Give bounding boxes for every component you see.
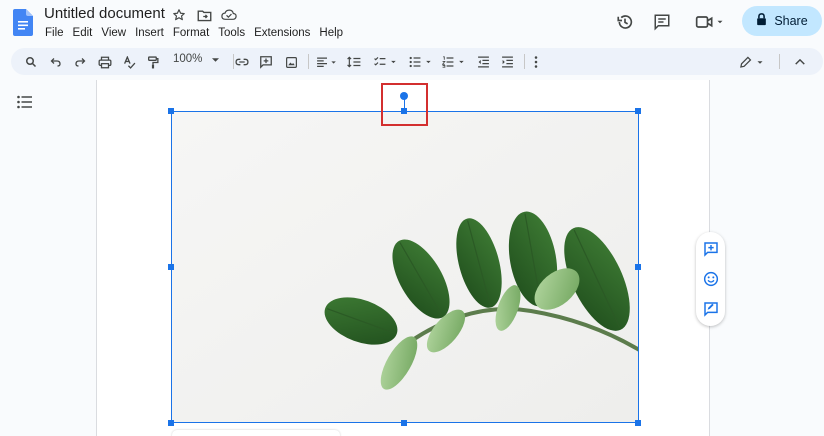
lock-icon	[756, 13, 767, 29]
toolbar-divider	[779, 54, 780, 69]
collapse-menus-icon[interactable]	[792, 52, 808, 72]
resize-handle-bottom[interactable]	[401, 420, 407, 426]
editing-mode-icon[interactable]	[736, 52, 770, 72]
share-label: Share	[774, 14, 808, 28]
menu-view[interactable]: View	[97, 26, 131, 40]
history-icon[interactable]	[613, 8, 637, 36]
line-spacing-icon[interactable]	[346, 52, 362, 72]
cloud-saved-icon[interactable]	[220, 6, 238, 24]
zoom-select[interactable]: 100%	[173, 53, 220, 65]
side-action-toolbar	[696, 232, 725, 326]
plant-photo	[171, 111, 638, 423]
emoji-reaction-icon[interactable]	[702, 270, 719, 287]
resize-handle-right[interactable]	[635, 264, 641, 270]
image-options-bar[interactable]	[172, 430, 340, 436]
inserted-image[interactable]	[171, 111, 638, 423]
search-icon[interactable]	[23, 52, 39, 72]
suggest-edits-icon[interactable]	[702, 300, 719, 317]
move-folder-icon[interactable]	[195, 6, 213, 24]
resize-handle-bottom-left[interactable]	[168, 420, 174, 426]
menu-insert[interactable]: Insert	[131, 26, 169, 40]
docs-logo-icon[interactable]	[13, 9, 33, 36]
toolbar-divider	[524, 54, 525, 69]
align-icon[interactable]	[314, 52, 340, 72]
resize-handle-top-left[interactable]	[168, 108, 174, 114]
resize-handle-left[interactable]	[168, 264, 174, 270]
resize-handle-top[interactable]	[401, 108, 407, 114]
toolbar-divider	[308, 54, 309, 69]
checklist-icon[interactable]	[372, 52, 400, 72]
docs-window: Untitled document File Edit View Insert …	[0, 0, 824, 436]
decrease-indent-icon[interactable]	[475, 52, 491, 72]
menu-format[interactable]: Format	[168, 26, 213, 40]
resize-handle-top-right[interactable]	[635, 108, 641, 114]
undo-icon[interactable]	[48, 52, 64, 72]
meet-icon[interactable]	[692, 8, 728, 36]
spellcheck-icon[interactable]	[121, 52, 137, 72]
increase-indent-icon[interactable]	[499, 52, 515, 72]
menu-extensions[interactable]: Extensions	[250, 26, 315, 40]
menu-tools[interactable]: Tools	[214, 26, 250, 40]
redo-icon[interactable]	[72, 52, 88, 72]
menu-file[interactable]: File	[45, 26, 68, 40]
link-icon[interactable]	[234, 52, 250, 72]
resize-handle-bottom-right[interactable]	[635, 420, 641, 426]
chevron-down-icon	[212, 53, 220, 65]
insert-image-icon[interactable]	[283, 52, 299, 72]
document-outline-icon[interactable]	[17, 95, 33, 109]
print-icon[interactable]	[96, 52, 114, 72]
bulleted-list-icon[interactable]	[407, 52, 435, 72]
more-options-icon[interactable]	[529, 52, 543, 72]
title-actions	[170, 6, 238, 24]
menu-edit[interactable]: Edit	[68, 26, 97, 40]
add-comment-icon[interactable]	[258, 52, 274, 72]
menu-help[interactable]: Help	[315, 26, 348, 40]
rotation-handle[interactable]	[400, 92, 408, 100]
numbered-list-icon[interactable]	[440, 52, 468, 72]
share-button[interactable]: Share	[742, 6, 822, 36]
star-icon[interactable]	[170, 6, 188, 24]
comments-icon[interactable]	[650, 8, 674, 36]
zoom-value: 100%	[173, 53, 203, 65]
paint-format-icon[interactable]	[145, 52, 161, 72]
main-toolbar: 100%	[11, 48, 823, 75]
header: Untitled document File Edit View Insert …	[0, 0, 824, 46]
add-comment-icon[interactable]	[702, 240, 719, 257]
document-title[interactable]: Untitled document	[44, 5, 165, 22]
menu-bar: File Edit View Insert Format Tools Exten…	[45, 26, 348, 40]
